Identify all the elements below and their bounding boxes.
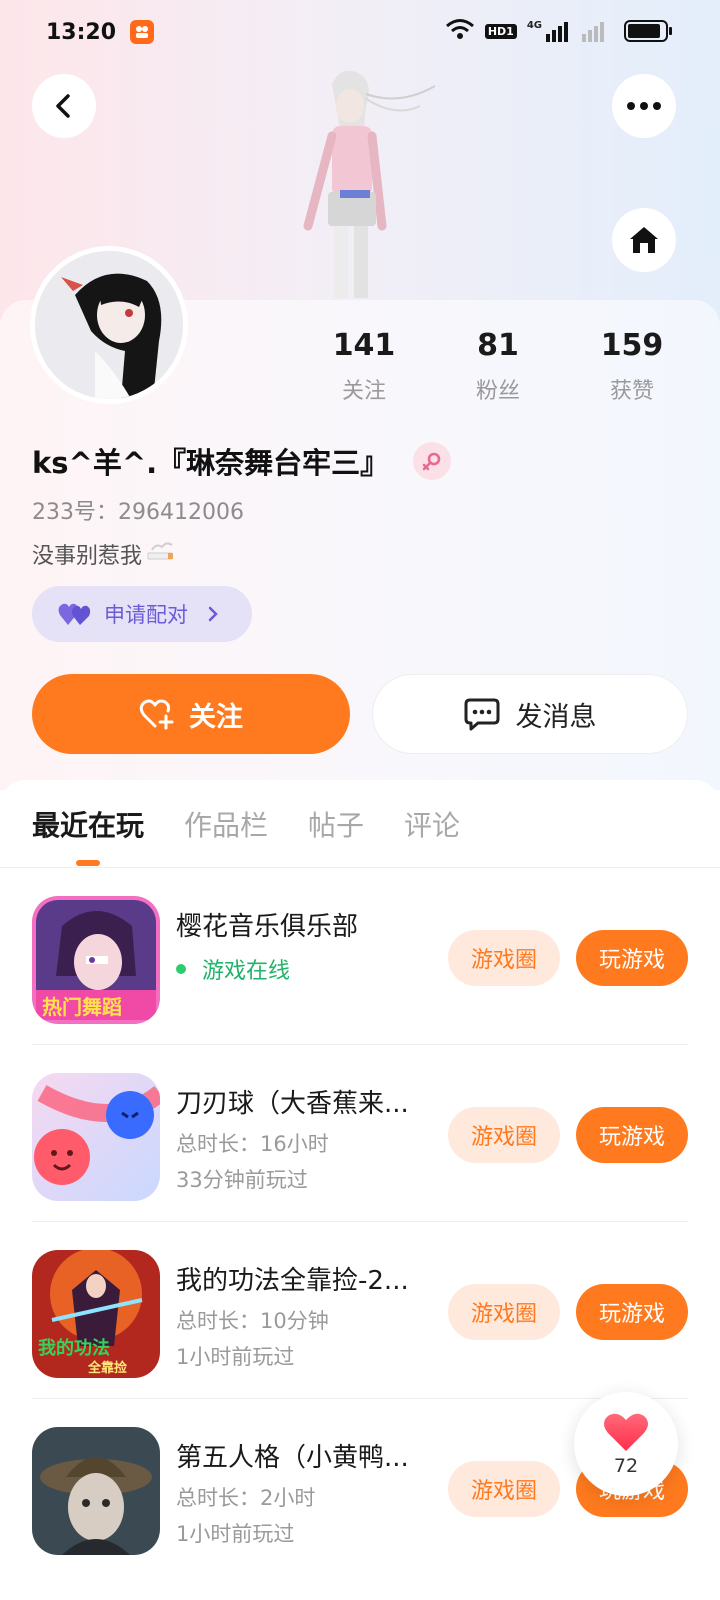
- stat-followers-value: 81: [477, 328, 519, 363]
- apply-pair-label: 申请配对: [104, 603, 188, 627]
- username-row: ks^羊^.『琳奈舞台牢三』: [32, 440, 452, 482]
- tab-recently-played-label: 最近在玩: [32, 809, 145, 842]
- game-circle-button[interactable]: 游戏圈: [448, 1461, 560, 1517]
- stat-following-value: 141: [332, 328, 396, 363]
- send-message-button[interactable]: 发消息: [372, 674, 688, 754]
- send-message-label: 发消息: [515, 701, 597, 733]
- app-notification-icon: [130, 20, 155, 44]
- tab-posts-label: 帖子: [308, 809, 365, 842]
- game-name: 第五人格（小黄鸭...: [176, 1443, 409, 1473]
- stat-likes[interactable]: 159 获赞: [562, 328, 702, 405]
- play-game-button[interactable]: 玩游戏: [576, 930, 688, 986]
- heart-icon: [604, 1413, 648, 1451]
- svg-text:全靠捡: 全靠捡: [87, 1360, 127, 1376]
- cigarette-emoji-icon: [146, 539, 176, 569]
- game-last-played: 33分钟前玩过: [176, 1168, 308, 1192]
- game-icon-blade-ball[interactable]: [32, 1073, 160, 1201]
- game-total-duration: 总时长：10分钟: [176, 1309, 329, 1333]
- play-game-button[interactable]: 玩游戏: [576, 1284, 688, 1340]
- game-row[interactable]: 我的功法 全靠捡 我的功法全靠捡-2... 总时长：10分钟 1小时前玩过 游戏…: [32, 1222, 688, 1399]
- content-tabs: 最近在玩 作品栏 帖子 评论: [32, 804, 460, 866]
- game-online-label: 游戏在线: [202, 959, 291, 984]
- double-heart-icon: [58, 603, 91, 625]
- signal-secondary-icon: [582, 20, 604, 42]
- stat-likes-label: 获赞: [609, 379, 654, 404]
- home-icon: [630, 227, 658, 253]
- game-last-played: 1小时前玩过: [176, 1345, 295, 1369]
- game-info: 我的功法全靠捡-2... 总时长：10分钟 1小时前玩过: [176, 1260, 426, 1371]
- stat-following-label: 关注: [341, 379, 386, 404]
- back-icon: [56, 94, 70, 118]
- svg-text:我的功法: 我的功法: [38, 1337, 110, 1359]
- follow-label: 关注: [189, 701, 243, 733]
- battery-icon: [624, 20, 672, 42]
- game-total-duration: 总时长：2小时: [176, 1486, 316, 1510]
- game-row[interactable]: 热门舞蹈 樱花音乐俱乐部 游戏在线 游戏圈 玩游戏: [32, 868, 688, 1045]
- tab-comments-label: 评论: [404, 809, 461, 842]
- game-name: 我的功法全靠捡-2...: [176, 1266, 409, 1296]
- game-icon-kungfu-pickup[interactable]: 我的功法 全靠捡: [32, 1250, 160, 1378]
- game-name: 樱花音乐俱乐部: [176, 912, 359, 942]
- cover-character-illustration: [303, 70, 436, 298]
- game-total-duration: 总时长：16小时: [176, 1132, 329, 1156]
- status-bar: 13:20 HD1 4G: [0, 0, 720, 64]
- hd-badge: HD1: [484, 23, 517, 39]
- bio-text: 没事别惹我: [32, 544, 143, 569]
- wifi-icon: [445, 18, 475, 44]
- tab-works[interactable]: 作品栏: [184, 804, 268, 844]
- more-icon: [627, 102, 661, 110]
- game-last-played: 1小时前玩过: [176, 1522, 295, 1546]
- home-button[interactable]: [612, 208, 676, 272]
- tab-recently-played[interactable]: 最近在玩: [32, 804, 145, 866]
- game-circle-button[interactable]: 游戏圈: [448, 1284, 560, 1340]
- avatar[interactable]: [30, 246, 188, 404]
- stat-likes-value: 159: [600, 328, 664, 363]
- status-time: 13:20: [46, 19, 117, 45]
- heart-plus-icon: [139, 699, 174, 730]
- username: ks^羊^.『琳奈舞台牢三』: [32, 446, 390, 480]
- game-info: 樱花音乐俱乐部 游戏在线: [176, 906, 426, 985]
- stat-followers-label: 粉丝: [475, 379, 520, 404]
- like-count: 72: [613, 1455, 639, 1477]
- stat-following[interactable]: 141 关注: [294, 328, 434, 405]
- stat-followers[interactable]: 81 粉丝: [428, 328, 568, 405]
- tab-works-label: 作品栏: [184, 809, 269, 842]
- female-gender-icon: [413, 442, 452, 480]
- play-game-button[interactable]: 玩游戏: [576, 1107, 688, 1163]
- game-info: 第五人格（小黄鸭... 总时长：2小时 1小时前玩过: [176, 1437, 426, 1548]
- online-dot-icon: [176, 964, 186, 974]
- floating-like-button[interactable]: 72: [574, 1392, 678, 1496]
- follow-button[interactable]: 关注: [32, 674, 350, 754]
- chat-bubble-icon: [464, 698, 499, 731]
- game-circle-button[interactable]: 游戏圈: [448, 1107, 560, 1163]
- chevron-right-icon: [208, 606, 218, 622]
- game-name: 刀刃球（大香蕉来...: [176, 1089, 409, 1119]
- user-id: 233号：296412006: [32, 500, 244, 525]
- back-button[interactable]: [32, 74, 96, 138]
- game-row[interactable]: 刀刃球（大香蕉来... 总时长：16小时 33分钟前玩过 游戏圈 玩游戏: [32, 1045, 688, 1222]
- bio-row: 没事别惹我: [32, 538, 176, 570]
- active-tab-indicator: [76, 860, 100, 866]
- svg-text:热门舞蹈: 热门舞蹈: [42, 995, 122, 1019]
- game-circle-button[interactable]: 游戏圈: [448, 930, 560, 986]
- game-info: 刀刃球（大香蕉来... 总时长：16小时 33分钟前玩过: [176, 1083, 426, 1194]
- tab-comments[interactable]: 评论: [404, 804, 460, 844]
- game-icon-identity-v[interactable]: [32, 1427, 160, 1555]
- more-button[interactable]: [612, 74, 676, 138]
- game-icon-sakura-music-club[interactable]: 热门舞蹈: [32, 896, 160, 1024]
- game-online-status: 游戏在线: [176, 953, 426, 985]
- signal-icon: 4G: [527, 20, 568, 42]
- tab-posts[interactable]: 帖子: [308, 804, 364, 844]
- apply-pair-button[interactable]: 申请配对: [32, 586, 252, 642]
